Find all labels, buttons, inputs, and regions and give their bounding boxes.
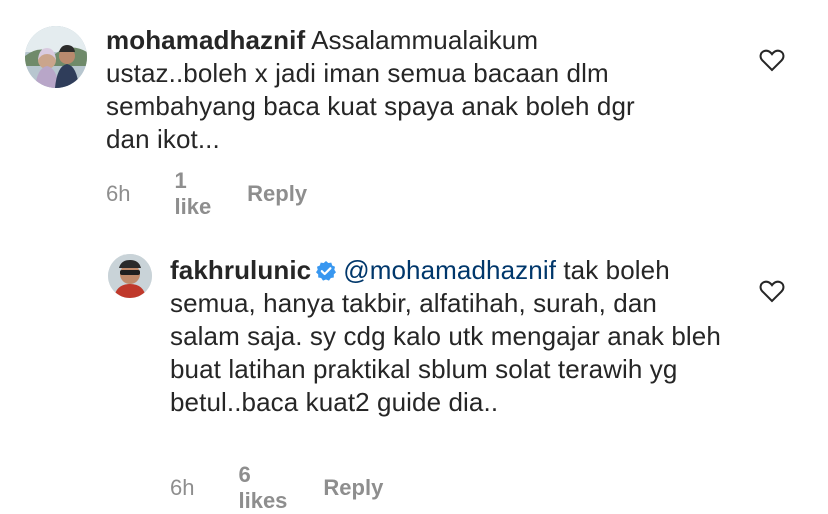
comment-username[interactable]: fakhrulunic [170,255,311,285]
comment-likes-count[interactable]: 1 like [174,168,211,220]
comment-timestamp: 6h [106,181,131,206]
comment-meta: 6h 6 likes Reply [170,462,383,514]
avatar[interactable] [25,26,87,88]
verified-badge-icon [316,261,337,281]
comment-username[interactable]: mohamadhaznif [106,25,305,55]
avatar-photo [108,254,152,298]
reply-button[interactable]: Reply [323,475,383,501]
mention-link[interactable]: @mohamadhaznif [343,255,556,285]
comment-meta: 6h 1 like Reply [106,168,307,220]
comment-likes-count[interactable]: 6 likes [238,462,287,514]
avatar[interactable] [108,254,152,298]
heart-outline-icon[interactable] [759,48,785,72]
avatar-photo [25,26,87,88]
heart-outline-icon[interactable] [759,279,785,303]
reply-button[interactable]: Reply [247,181,307,207]
comment-timestamp: 6h [170,475,195,500]
comment-text-block: mohamadhaznif Assalammualaikum ustaz..bo… [106,24,666,156]
comment-text-block: fakhrulunic @mohamadhaznif tak boleh sem… [170,254,730,419]
